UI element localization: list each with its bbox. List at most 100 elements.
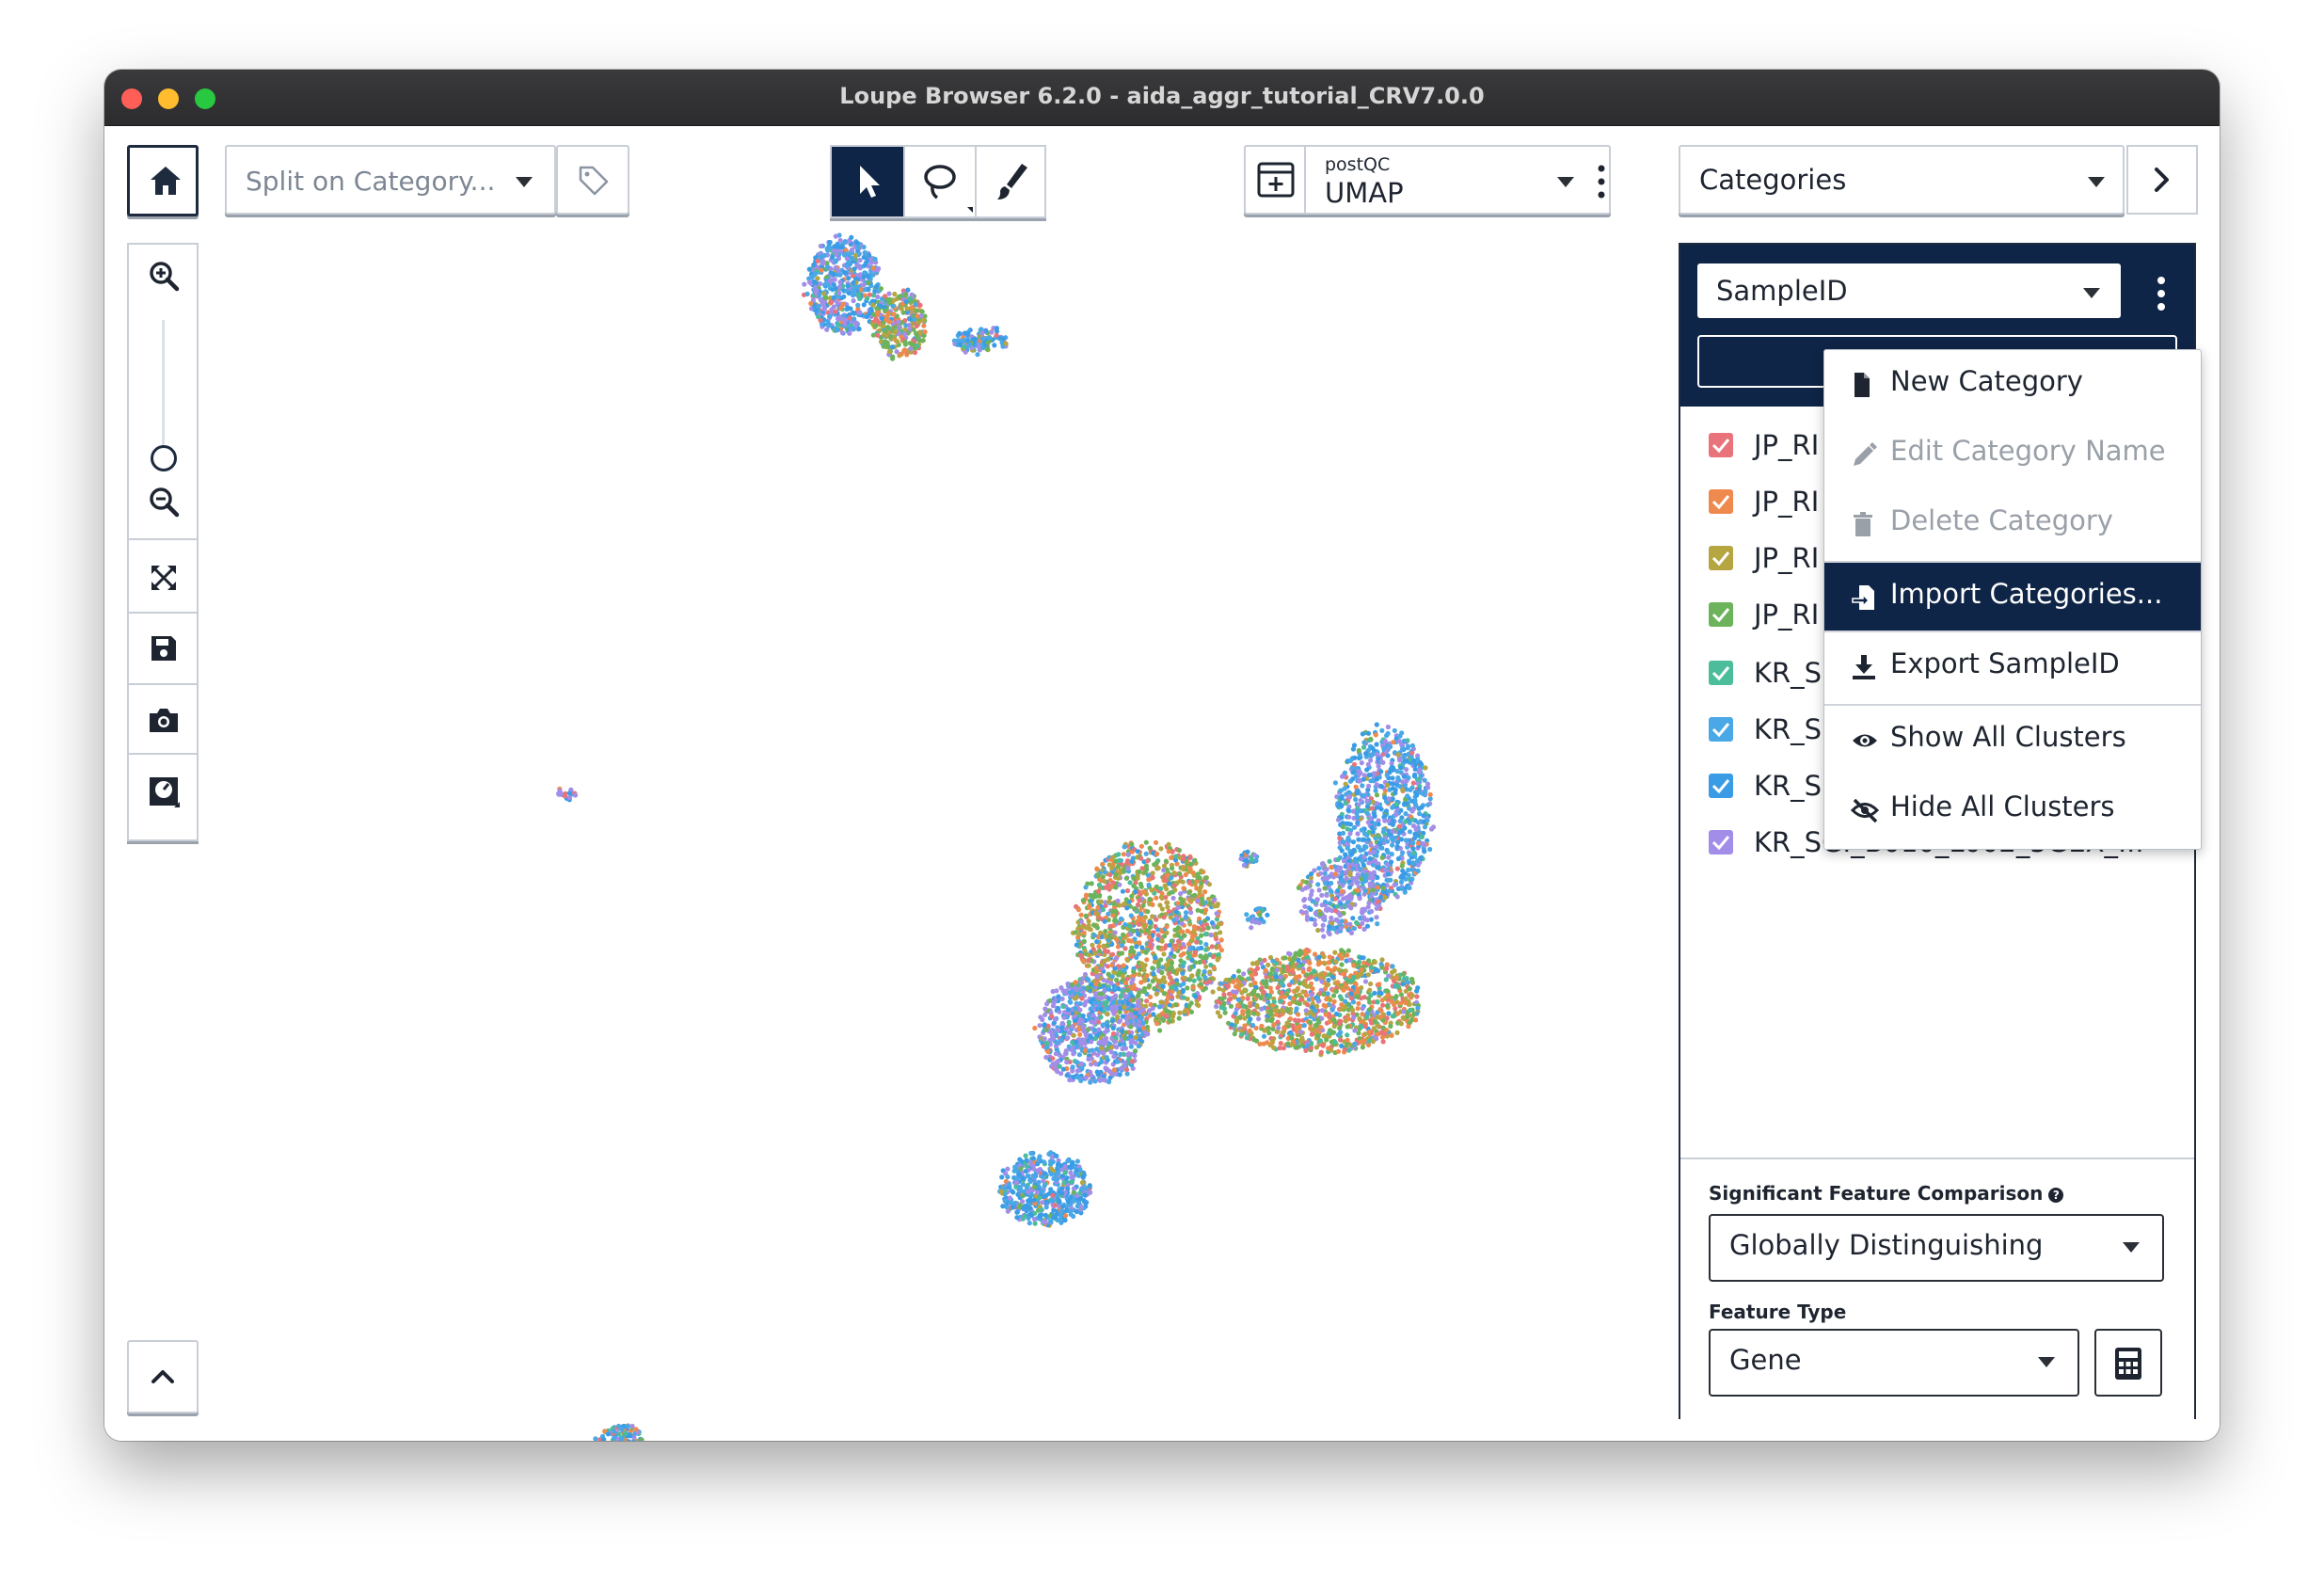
sfc-label-text: Significant Feature Comparison (1709, 1182, 2044, 1205)
zoom-in-icon[interactable] (148, 260, 180, 292)
sfc-dropdown[interactable]: Globally Distinguishing (1709, 1214, 2164, 1282)
add-projection-icon (1257, 162, 1295, 198)
check-icon (1711, 723, 1730, 738)
cell-cluster[interactable] (1244, 905, 1270, 931)
divider (129, 538, 197, 540)
menu-divider (1824, 631, 2201, 632)
lasso-tool-button[interactable] (903, 147, 975, 216)
category-label: JP_RI (1754, 599, 1820, 631)
feature-type-label: Feature Type (1709, 1301, 1847, 1323)
category-label: JP_RI (1754, 486, 1820, 518)
kebab-menu-icon[interactable] (1598, 165, 1605, 199)
zoom-out-icon[interactable] (148, 486, 180, 518)
cell-cluster[interactable] (997, 1150, 1093, 1228)
view-tools-bar (127, 243, 199, 841)
category-checkbox[interactable] (1709, 433, 1733, 457)
toggle-toolbar-button[interactable] (127, 1340, 199, 1413)
chevron-down-icon (2088, 177, 2105, 187)
screenshot-region-icon[interactable] (148, 774, 180, 811)
category-checkbox[interactable] (1709, 717, 1733, 742)
split-category-placeholder: Split on Category... (246, 166, 496, 197)
sfc-label: Significant Feature Comparison? (1709, 1182, 2064, 1205)
check-icon (1711, 551, 1730, 567)
main-content: Split on Category... postQC UMAP Categor… (104, 126, 2220, 1441)
chevron-down-icon (2123, 1242, 2140, 1253)
title-bar: Loupe Browser 6.2.0 - aida_aggr_tutorial… (104, 70, 2220, 126)
menu-item-new-category[interactable]: New Category (1824, 350, 2201, 418)
chevron-down-icon (2083, 288, 2100, 298)
help-icon[interactable]: ? (2048, 1188, 2064, 1203)
chevron-down-icon (2038, 1357, 2055, 1367)
fit-to-screen-icon[interactable] (149, 563, 179, 593)
save-icon[interactable] (150, 634, 178, 663)
category-checkbox[interactable] (1709, 774, 1733, 798)
app-window: Loupe Browser 6.2.0 - aida_aggr_tutorial… (104, 70, 2220, 1441)
camera-icon[interactable] (148, 706, 180, 734)
chevron-up-icon (151, 1370, 174, 1383)
projection-dropdown[interactable]: postQC UMAP (1244, 145, 1611, 215)
menu-item-export-sampleid[interactable]: Export SampleID (1824, 632, 2201, 700)
import-icon (1852, 585, 1874, 610)
zoom-slider-track[interactable] (162, 320, 165, 461)
eye-icon (1853, 734, 1877, 747)
lasso-icon (924, 165, 973, 213)
eye-off-icon (1851, 798, 1879, 823)
category-label: KR_S (1754, 713, 1823, 745)
check-icon (1711, 779, 1730, 794)
window-title: Loupe Browser 6.2.0 - aida_aggr_tutorial… (839, 83, 1485, 109)
menu-item-label: Import Categories... (1890, 578, 2163, 610)
menu-divider (1824, 704, 2201, 706)
category-context-menu: New Category Edit Category Name Delete Cat… (1823, 349, 2202, 850)
category-checkbox[interactable] (1709, 830, 1733, 854)
menu-item-delete-category: Delete Category (1824, 489, 2201, 557)
view-mode-dropdown[interactable]: Categories (1679, 145, 2198, 215)
menu-divider (1824, 561, 2201, 563)
cell-cluster[interactable] (951, 326, 1009, 358)
download-icon (1853, 655, 1875, 679)
feature-type-dropdown[interactable]: Gene (1709, 1329, 2079, 1397)
pointer-tool-button[interactable] (832, 147, 903, 216)
check-icon (1711, 608, 1730, 623)
split-category-dropdown[interactable]: Split on Category... (225, 145, 556, 215)
category-checkbox[interactable] (1709, 602, 1733, 627)
home-button[interactable] (127, 145, 199, 216)
check-icon (1711, 666, 1730, 681)
tag-button[interactable] (556, 145, 629, 215)
check-icon (1711, 495, 1730, 510)
check-icon (1711, 439, 1730, 454)
cell-cluster[interactable] (1210, 947, 1422, 1058)
category-checkbox[interactable] (1709, 546, 1733, 570)
cell-cluster[interactable] (593, 1423, 648, 1441)
menu-item-label: Delete Category (1890, 504, 2113, 536)
menu-item-label: New Category (1890, 365, 2083, 397)
chevron-down-icon (516, 177, 533, 187)
menu-item-edit-category-name: Edit Category Name (1824, 420, 2201, 487)
menu-item-show-all-clusters[interactable]: Show All Clusters (1824, 706, 2201, 774)
cell-cluster[interactable] (1238, 849, 1260, 870)
category-label: KR_S (1754, 770, 1823, 802)
divider (129, 612, 197, 614)
selection-tools (830, 145, 1046, 218)
projection-value: UMAP (1325, 177, 1404, 209)
sfc-value: Globally Distinguishing (1729, 1229, 2044, 1261)
menu-item-hide-all-clusters[interactable]: Hide All Clusters (1824, 775, 2201, 843)
view-mode-value: Categories (1699, 164, 1847, 196)
pencil-icon (1854, 442, 1877, 466)
cell-cluster[interactable] (556, 786, 579, 803)
menu-item-import-categories[interactable]: Import Categories... (1824, 563, 2201, 631)
calculator-button[interactable] (2094, 1329, 2162, 1397)
zoom-slider-handle[interactable] (151, 445, 177, 471)
divider (129, 753, 197, 755)
brush-tool-button[interactable] (975, 147, 1046, 216)
umap-plot[interactable] (227, 220, 1695, 1441)
collapse-panel-button[interactable] (2126, 145, 2198, 215)
category-options-kebab-icon[interactable] (2157, 277, 2166, 311)
home-icon (151, 167, 181, 195)
calculator-icon (2115, 1348, 2141, 1380)
cell-cluster[interactable] (1296, 856, 1388, 939)
category-checkbox[interactable] (1709, 489, 1733, 514)
trash-icon (1854, 512, 1872, 536)
feature-type-value: Gene (1729, 1344, 1802, 1376)
category-select[interactable]: SampleID (1697, 264, 2121, 318)
category-checkbox[interactable] (1709, 661, 1733, 685)
